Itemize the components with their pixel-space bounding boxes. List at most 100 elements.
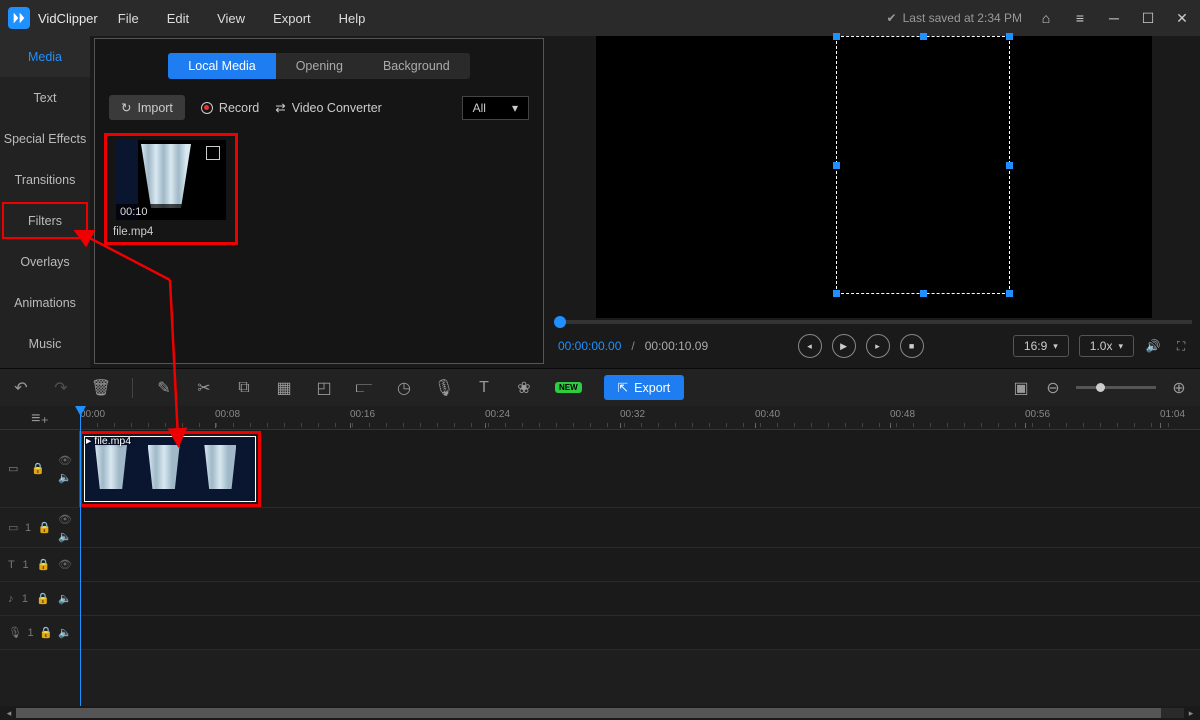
sidebar-item-special-effects[interactable]: Special Effects [0,118,90,159]
lock-icon[interactable]: 🔒 [36,558,50,571]
preview-canvas[interactable] [596,36,1152,318]
export-icon: ⇱ [618,380,628,395]
resize-handle[interactable] [833,162,840,169]
menu-edit[interactable]: Edit [167,11,189,26]
volume-icon[interactable]: 🔊 [1144,337,1162,355]
menu-view[interactable]: View [217,11,245,26]
lock-icon[interactable]: 🔒 [31,462,45,475]
zoom-in-button[interactable]: ⊕ [1170,379,1188,397]
zoom-slider[interactable] [1076,386,1156,389]
text-track-body[interactable] [80,548,1200,581]
next-frame-button[interactable]: ▸ [866,334,890,358]
voice-track-body[interactable] [80,616,1200,649]
resize-handle[interactable] [1006,290,1013,297]
maximize-button[interactable]: ☐ [1138,8,1158,28]
color-button[interactable]: ❀ [515,379,533,397]
home-button[interactable]: ⌂ [1036,8,1056,28]
scrub-handle[interactable] [554,316,566,328]
video-converter-button[interactable]: ⇄ Video Converter [275,100,382,115]
zoom-handle[interactable] [1096,383,1105,392]
resize-handle[interactable] [833,33,840,40]
video-track-body[interactable]: ▸file.mp4 [80,430,1200,507]
audio-track-body[interactable] [80,582,1200,615]
timeline-toolbar: ↶ ↷ 🗑 ✎ ✂ ⧉ ▦ ◰ ⫍ ◷ 🎙 T ❀ NEW ⇱ Export ▣… [0,368,1200,406]
sidebar-item-text[interactable]: Text [0,77,90,118]
scroll-thumb[interactable] [16,708,1161,718]
mute-icon[interactable]: 🔈 [58,530,72,543]
playhead[interactable] [80,406,81,706]
aspect-ratio-select[interactable]: 16:9 ▾ [1013,335,1069,357]
timeline-clip[interactable]: ▸file.mp4 [82,434,258,504]
overlay-track-body[interactable] [80,508,1200,547]
tab-background[interactable]: Background [363,53,470,79]
tick: 00:16 [350,409,375,420]
menu-file[interactable]: File [118,11,139,26]
undo-button[interactable]: ↶ [12,379,30,397]
sidebar-item-overlays[interactable]: Overlays [0,241,90,282]
mute-icon[interactable]: 🔈 [58,626,72,639]
eye-icon[interactable]: 👁 [58,558,72,571]
export-label: Export [634,381,670,395]
sidebar-item-animations[interactable]: Animations [0,282,90,323]
overlay-track-icon: ▭ [8,521,18,534]
horizontal-scrollbar[interactable]: ◂ ▸ [0,706,1200,720]
stop-button[interactable]: ■ [900,334,924,358]
add-track-button[interactable]: ≡₊ [31,409,49,427]
resize-handle[interactable] [833,290,840,297]
time-ruler[interactable]: 00:00 00:08 00:16 00:24 00:32 00:40 00:4… [80,406,1200,429]
resize-handle[interactable] [1006,33,1013,40]
voiceover-button[interactable]: 🎙 [435,379,453,397]
eye-icon[interactable]: 👁 [58,513,72,526]
video-track-icon: ▭ [8,462,18,475]
edit-button[interactable]: ✎ [155,379,173,397]
mute-icon[interactable]: 🔈 [58,471,72,484]
redo-button[interactable]: ↷ [52,379,70,397]
mosaic-button[interactable]: ▦ [275,379,293,397]
lock-icon[interactable]: 🔒 [39,626,53,639]
audio-track-icon: ♪ [8,593,14,605]
track-index: 1 [27,627,33,639]
resize-handle[interactable] [920,290,927,297]
lock-icon[interactable]: 🔒 [36,592,50,605]
media-clip[interactable]: 00:10 file.mp4 [107,136,235,242]
resize-handle[interactable] [1006,162,1013,169]
close-button[interactable]: ✕ [1172,8,1192,28]
resize-button[interactable]: ◰ [315,379,333,397]
fullscreen-icon[interactable]: ⛶ [1172,337,1190,355]
tab-opening[interactable]: Opening [276,53,363,79]
stats-button[interactable]: ⫍ [355,379,373,397]
mute-icon[interactable]: 🔈 [58,592,72,605]
minimize-button[interactable]: ─ [1104,8,1124,28]
zoom-out-button[interactable]: ⊖ [1044,379,1062,397]
scroll-left-button[interactable]: ◂ [2,707,16,719]
delete-button[interactable]: 🗑 [92,379,110,397]
export-button[interactable]: ⇱ Export [604,375,685,400]
split-button[interactable]: ✂ [195,379,213,397]
screenshot-button[interactable]: ▣ [1012,379,1030,397]
duration-button[interactable]: ◷ [395,379,413,397]
import-button[interactable]: ↻ Import [109,95,185,120]
play-button[interactable]: ▶ [832,334,856,358]
hamburger-button[interactable]: ≡ [1070,8,1090,28]
scroll-right-button[interactable]: ▸ [1184,707,1198,719]
speed-select[interactable]: 1.0x ▾ [1079,335,1134,357]
tts-button[interactable]: T [475,379,493,397]
record-button[interactable]: Record [201,101,259,115]
tab-local-media[interactable]: Local Media [168,53,275,79]
selection-rectangle[interactable] [836,36,1010,294]
eye-icon[interactable]: 👁 [58,454,72,467]
sidebar-item-transitions[interactable]: Transitions [0,159,90,200]
preview-panel: 00:00:00.00 / 00:00:10.09 ◂ ▶ ▸ ■ 16:9 ▾… [548,36,1200,368]
resize-handle[interactable] [920,33,927,40]
lock-icon[interactable]: 🔒 [38,521,52,534]
sidebar-item-filters[interactable]: Filters [0,200,90,241]
voice-track-icon: 🎙 [8,626,22,639]
menu-export[interactable]: Export [273,11,311,26]
crop-button[interactable]: ⧉ [235,379,253,397]
scrub-bar[interactable] [556,320,1192,324]
sidebar-item-media[interactable]: Media [0,36,90,77]
prev-frame-button[interactable]: ◂ [798,334,822,358]
menu-help[interactable]: Help [339,11,366,26]
sidebar-item-music[interactable]: Music [0,323,90,364]
media-filter-select[interactable]: All ▾ [462,96,529,120]
